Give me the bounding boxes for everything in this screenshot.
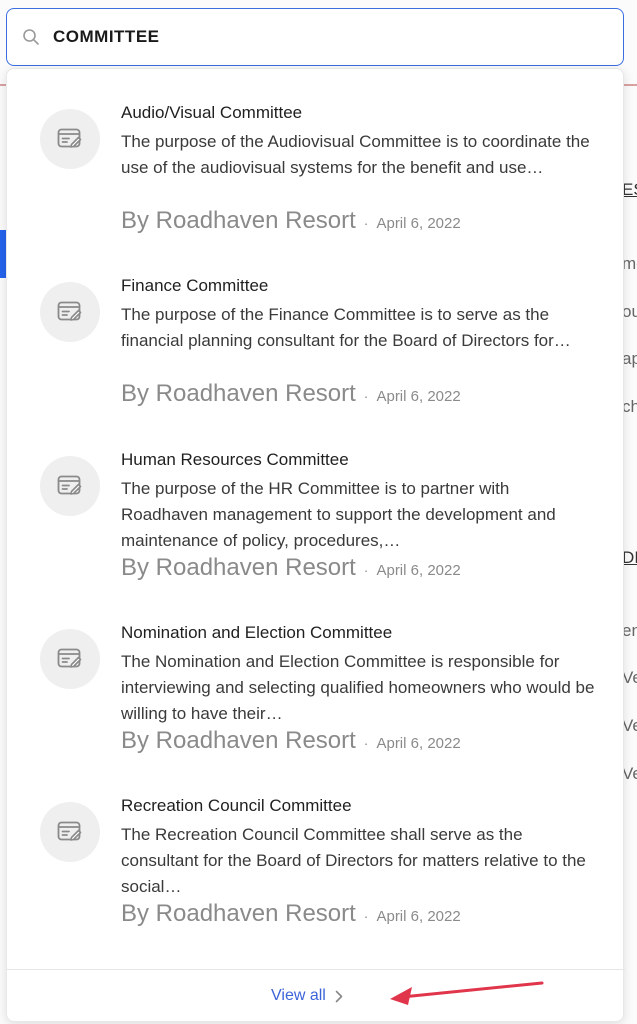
search-result-item[interactable]: Human Resources Committee The purpose of… [7,416,625,589]
meta-separator: · [363,735,369,751]
result-meta: By Roadhaven Resort · April 6, 2022 [121,727,461,755]
result-meta: By Roadhaven Resort · April 6, 2022 [121,380,461,408]
result-title[interactable]: Human Resources Committee [121,450,349,470]
result-title[interactable]: Recreation Council Committee [121,796,352,816]
chevron-right-icon [335,990,343,1003]
result-meta: By Roadhaven Resort · April 6, 2022 [121,207,461,235]
search-results-dropdown: Audio/Visual Committee The purpose of th… [6,68,625,1022]
document-edit-icon [40,802,100,862]
result-author: By Roadhaven Resort [121,900,356,927]
document-edit-icon [40,629,100,689]
search-result-item[interactable]: Nomination and Election Committee The No… [7,589,625,762]
search-result-item[interactable]: Recreation Council Committee The Recreat… [7,762,625,935]
search-result-item[interactable]: Finance Committee The purpose of the Fin… [7,242,625,415]
result-excerpt: The Nomination and Election Committee is… [121,652,595,723]
document-edit-icon [40,456,100,516]
result-meta: By Roadhaven Resort · April 6, 2022 [121,900,461,928]
result-date: April 6, 2022 [376,735,461,752]
search-icon [21,27,41,47]
document-edit-icon [40,282,100,342]
result-date: April 6, 2022 [376,908,461,925]
search-input[interactable] [53,22,553,52]
footer-divider [7,969,625,970]
result-date: April 6, 2022 [376,215,461,232]
meta-separator: · [363,215,369,231]
result-excerpt: The purpose of the Finance Committee is … [121,305,571,350]
result-title[interactable]: Nomination and Election Committee [121,623,392,643]
result-author: By Roadhaven Resort [121,727,356,754]
result-date: April 6, 2022 [376,562,461,579]
meta-separator: · [363,562,369,578]
result-date: April 6, 2022 [376,388,461,405]
result-author: By Roadhaven Resort [121,380,356,407]
view-all-label[interactable]: View all [271,987,326,1005]
view-all-link[interactable]: View all [271,987,343,1005]
result-excerpt: The Recreation Council Committee shall s… [121,825,586,896]
result-excerpt: The purpose of the HR Committee is to pa… [121,479,556,550]
search-result-item[interactable]: Audio/Visual Committee The purpose of th… [7,69,625,242]
annotation-arrow-icon [390,981,544,1005]
result-author: By Roadhaven Resort [121,554,356,581]
document-edit-icon [40,109,100,169]
result-excerpt: The purpose of the Audiovisual Committee… [121,132,590,177]
result-title[interactable]: Audio/Visual Committee [121,103,302,123]
meta-separator: · [363,908,369,924]
result-title[interactable]: Finance Committee [121,276,268,296]
result-author: By Roadhaven Resort [121,207,356,234]
search-bar[interactable] [6,8,624,66]
result-meta: By Roadhaven Resort · April 6, 2022 [121,554,461,582]
meta-separator: · [363,388,369,404]
